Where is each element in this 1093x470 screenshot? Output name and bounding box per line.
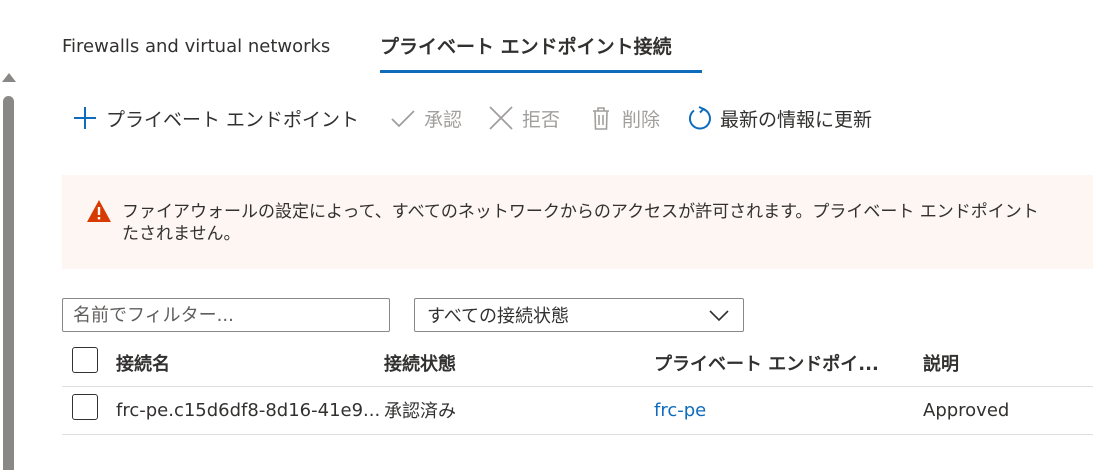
column-header-description[interactable]: 説明 [923, 340, 959, 386]
refresh-button[interactable]: 最新の情報に更新 [686, 100, 872, 136]
connection-state-selected: すべての接続状態 [427, 306, 570, 327]
select-all-checkbox[interactable] [72, 347, 98, 373]
description-cell: Approved [923, 399, 1010, 421]
approve-button[interactable]: 承認 [390, 100, 462, 136]
delete-label: 削除 [622, 108, 661, 131]
active-tab-indicator [380, 70, 702, 73]
trash-icon [588, 105, 614, 131]
checkmark-icon [390, 105, 416, 131]
row-checkbox[interactable] [72, 394, 98, 420]
delete-button[interactable]: 削除 [588, 100, 660, 136]
connection-state-cell: 承認済み [384, 401, 456, 422]
tab-firewalls-and-virtual-networks[interactable]: Firewalls and virtual networks [62, 36, 330, 57]
reject-button[interactable]: 拒否 [488, 100, 560, 136]
refresh-icon [686, 105, 712, 131]
tab-private-endpoint-connections[interactable]: プライベート エンドポイント接続 [380, 32, 672, 59]
reject-label: 拒否 [522, 108, 561, 131]
scroll-up-arrow-icon[interactable] [2, 73, 16, 82]
column-header-name[interactable]: 接続名 [116, 340, 170, 386]
column-header-private-endpoint[interactable]: プライベート エンドポイ... [654, 340, 879, 386]
table-header-row: 接続名 接続状態 プライベート エンドポイ... 説明 [62, 340, 1093, 387]
vertical-scrollbar[interactable] [0, 0, 18, 470]
table-row[interactable]: frc-pe.c15d6df8-8d16-41e9... 承認済み frc-pe… [62, 387, 1093, 435]
chevron-down-icon [709, 307, 729, 323]
private-endpoint-link[interactable]: frc-pe [654, 387, 706, 433]
connections-table: 接続名 接続状態 プライベート エンドポイ... 説明 frc-pe.c15d6… [62, 340, 1093, 435]
approve-label: 承認 [424, 108, 463, 131]
close-icon [488, 105, 514, 131]
add-private-endpoint-button[interactable]: プライベート エンドポイント [72, 100, 359, 136]
connection-state-dropdown[interactable]: すべての接続状態 [414, 298, 744, 332]
plus-icon [72, 105, 98, 131]
warning-message: ファイアウォールの設定によって、すべてのネットワークからのアクセスが許可されます… [122, 202, 1039, 244]
column-header-state[interactable]: 接続状態 [384, 340, 456, 386]
warning-banner: ファイアウォールの設定によって、すべてのネットワークからのアクセスが許可されます… [62, 175, 1093, 269]
scrollbar-thumb[interactable] [3, 96, 14, 470]
add-private-endpoint-label: プライベート エンドポイント [106, 108, 360, 131]
name-filter-input[interactable] [62, 298, 390, 332]
warning-icon [86, 199, 112, 223]
connection-name-cell: frc-pe.c15d6df8-8d16-41e9... [116, 399, 381, 421]
refresh-label: 最新の情報に更新 [720, 108, 873, 131]
